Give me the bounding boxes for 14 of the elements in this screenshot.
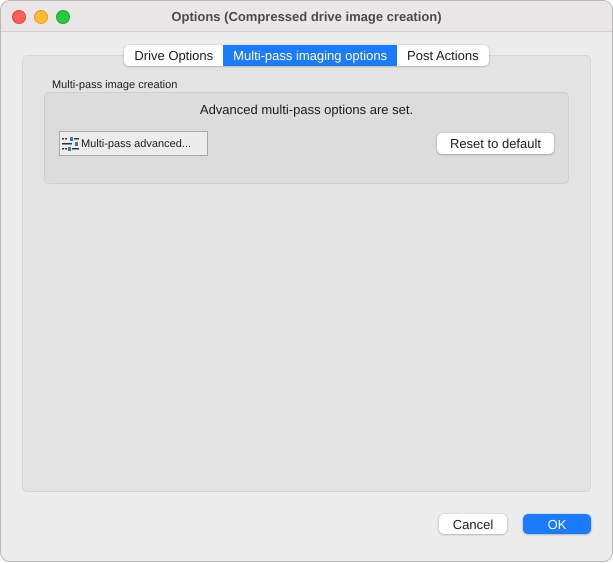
cancel-button[interactable]: Cancel	[439, 514, 507, 534]
group-title: Multi-pass image creation	[52, 79, 178, 91]
sliders-icon	[62, 136, 80, 150]
tab[interactable]: Post Actions	[397, 45, 489, 66]
tab[interactable]: Drive Options	[124, 45, 224, 66]
minimize-button[interactable]	[34, 10, 48, 24]
window-title: Options (Compressed drive image creation)	[171, 8, 442, 24]
close-button[interactable]	[12, 10, 26, 24]
ok-button[interactable]: OK	[523, 514, 591, 534]
status-message: Advanced multi-pass options are set.	[200, 102, 414, 117]
zoom-button[interactable]	[56, 10, 70, 24]
tab[interactable]: Multi-pass imaging options	[223, 45, 398, 66]
advanced-options-button[interactable]: Multi-pass advanced...	[59, 131, 208, 156]
reset-button[interactable]: Reset to default	[436, 133, 554, 154]
